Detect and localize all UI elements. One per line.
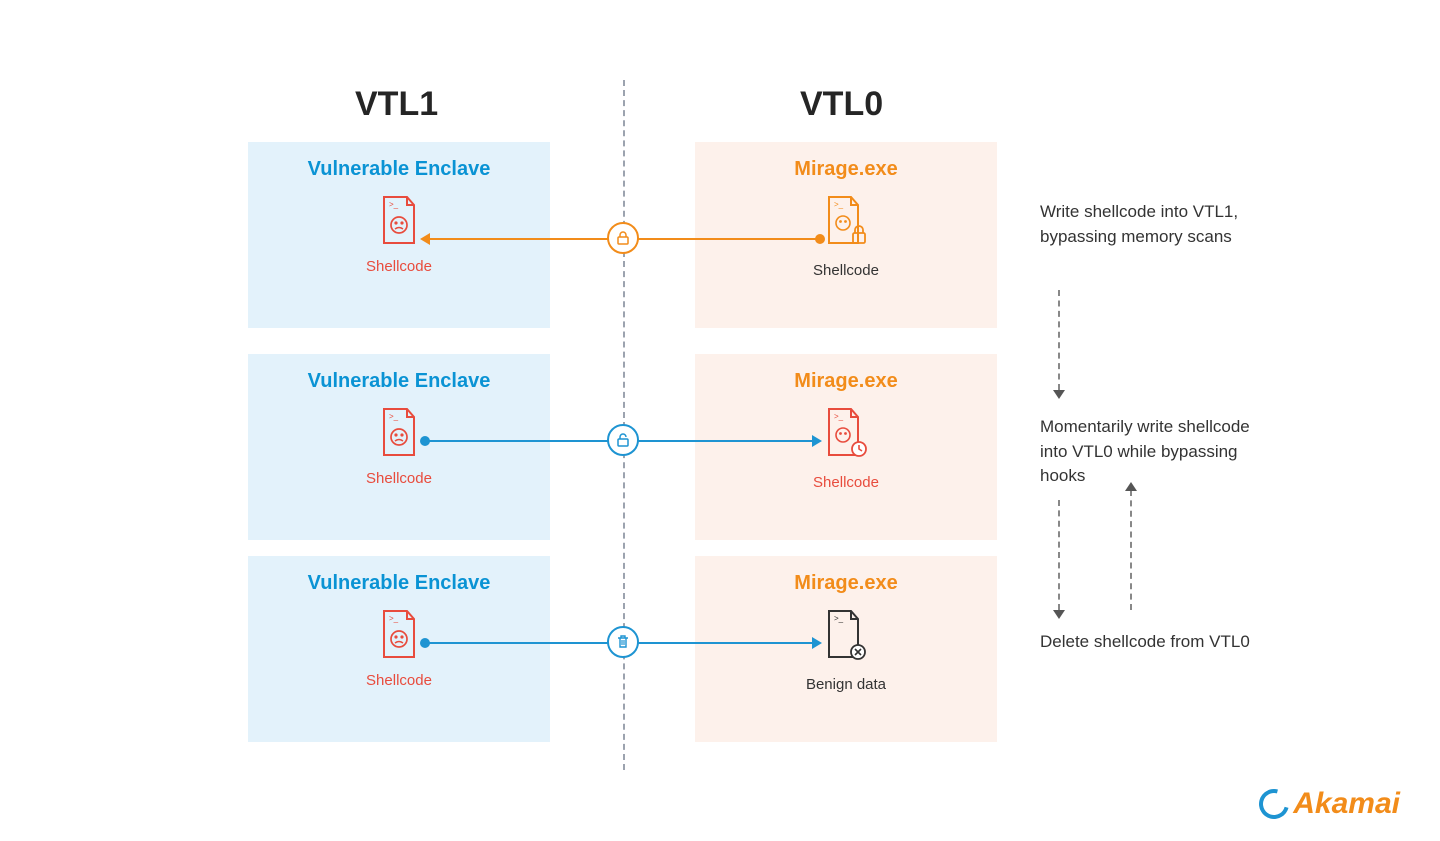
card-title: Vulnerable Enclave: [248, 572, 550, 595]
enclave-card-2: Vulnerable Enclave >_ Shellcode: [248, 354, 550, 540]
card-title: Mirage.exe: [695, 370, 997, 393]
shellcode-file-icon: >_: [379, 609, 419, 659]
column-header-vtl0: VTL0: [800, 85, 883, 124]
card-title: Vulnerable Enclave: [248, 370, 550, 393]
svg-text:>_: >_: [834, 614, 844, 623]
arrow-origin-dot: [420, 436, 430, 446]
arrow-head-icon: [812, 637, 822, 649]
lock-circle-icon: [607, 222, 639, 254]
arrow-origin-dot: [420, 638, 430, 648]
file-label: Shellcode: [695, 474, 997, 491]
dashed-arrow-2-down: [1058, 500, 1060, 610]
dashed-arrow-head-icon: [1125, 482, 1137, 491]
file-label: Shellcode: [248, 672, 550, 689]
svg-text:>_: >_: [389, 200, 399, 209]
shellcode-file-icon: >_: [379, 407, 419, 457]
card-title: Mirage.exe: [695, 158, 997, 181]
dashed-arrow-1: [1058, 290, 1060, 390]
arrow-head-icon: [420, 233, 430, 245]
arrow-origin-dot: [815, 234, 825, 244]
step-text-2: Momentarily write shellcode into VTL0 wh…: [1040, 415, 1270, 489]
akamai-logo: Akamai: [1259, 787, 1400, 821]
timed-shellcode-file-icon: >_: [823, 407, 869, 461]
svg-text:>_: >_: [389, 412, 399, 421]
file-label: Shellcode: [248, 258, 550, 275]
benign-file-icon: >_: [823, 609, 869, 663]
dashed-arrow-head-icon: [1053, 390, 1065, 399]
column-header-vtl1: VTL1: [355, 85, 438, 124]
card-title: Vulnerable Enclave: [248, 158, 550, 181]
dashed-arrow-2-up: [1130, 490, 1132, 610]
dashed-arrow-head-icon: [1053, 610, 1065, 619]
trash-circle-icon: [607, 626, 639, 658]
card-title: Mirage.exe: [695, 572, 997, 595]
svg-text:>_: >_: [834, 412, 844, 421]
mirage-card-2: Mirage.exe >_ Shellcode: [695, 354, 997, 540]
step-text-1: Write shellcode into VTL1, bypassing mem…: [1040, 200, 1270, 249]
file-label: Shellcode: [695, 262, 997, 279]
arrow-head-icon: [812, 435, 822, 447]
mirage-card-3: Mirage.exe >_ Benign data: [695, 556, 997, 742]
svg-text:>_: >_: [834, 200, 844, 209]
mirage-card-1: Mirage.exe >_ Shellcode: [695, 142, 997, 328]
step-text-3: Delete shellcode from VTL0: [1040, 630, 1270, 655]
unlock-circle-icon: [607, 424, 639, 456]
logo-text: Akamai: [1293, 787, 1400, 821]
svg-text:>_: >_: [389, 614, 399, 623]
file-label: Shellcode: [248, 470, 550, 487]
locked-file-icon: >_: [823, 195, 869, 249]
file-label: Benign data: [695, 676, 997, 693]
enclave-card-1: Vulnerable Enclave >_ Shellcode: [248, 142, 550, 328]
logo-swirl-icon: [1254, 784, 1295, 825]
enclave-card-3: Vulnerable Enclave >_ Shellcode: [248, 556, 550, 742]
shellcode-file-icon: >_: [379, 195, 419, 245]
